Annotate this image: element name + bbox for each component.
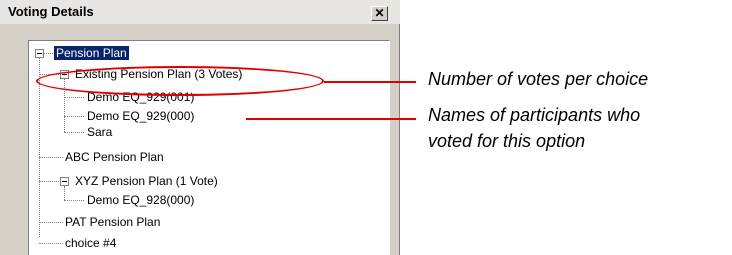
tree-connector: [39, 157, 63, 159]
tree-connector: [64, 116, 84, 118]
tree-connector: [44, 53, 53, 55]
tree-node-choice-4[interactable]: choice #4: [65, 236, 116, 250]
tree-node-root[interactable]: Pension Plan: [54, 46, 129, 60]
votes-highlight-ellipse: [36, 66, 324, 96]
tree-node-voter[interactable]: Demo EQ_928(000): [87, 193, 194, 207]
participants-annotation-line2: voted for this option: [428, 131, 586, 151]
collapse-root-icon[interactable]: [35, 49, 44, 58]
tree-node-voter[interactable]: Sara: [87, 125, 112, 139]
tree-connector: [64, 97, 84, 99]
participants-annotation-line1: Names of participants who: [428, 105, 641, 125]
close-button[interactable]: ✕: [371, 6, 388, 21]
tree-connector: [39, 181, 59, 183]
votes-per-choice-annotation: Number of votes per choice: [428, 69, 649, 89]
tree-node-xyz-pension-plan[interactable]: XYZ Pension Plan (1 Vote): [75, 174, 218, 188]
title-bar[interactable]: Voting Details ✕: [0, 0, 400, 24]
voting-details-window: Voting Details ✕ Pension Plan Existing P…: [0, 0, 400, 255]
collapse-xyz-icon[interactable]: [60, 177, 69, 186]
tree-connector: [39, 222, 63, 224]
tree-node-voter[interactable]: Demo EQ_929(000): [87, 109, 194, 123]
tree-node-pat-pension-plan[interactable]: PAT Pension Plan: [65, 215, 160, 229]
tree-node-abc-pension-plan[interactable]: ABC Pension Plan: [65, 150, 164, 164]
close-icon: ✕: [374, 6, 385, 20]
tree-connector: [64, 132, 84, 134]
tree-connector: [39, 243, 63, 245]
window-title: Voting Details: [8, 4, 94, 19]
tree-connector: [64, 186, 66, 200]
votes-callout-line: [324, 81, 416, 83]
tree-connector: [64, 200, 84, 202]
participants-callout-line: [246, 118, 416, 120]
